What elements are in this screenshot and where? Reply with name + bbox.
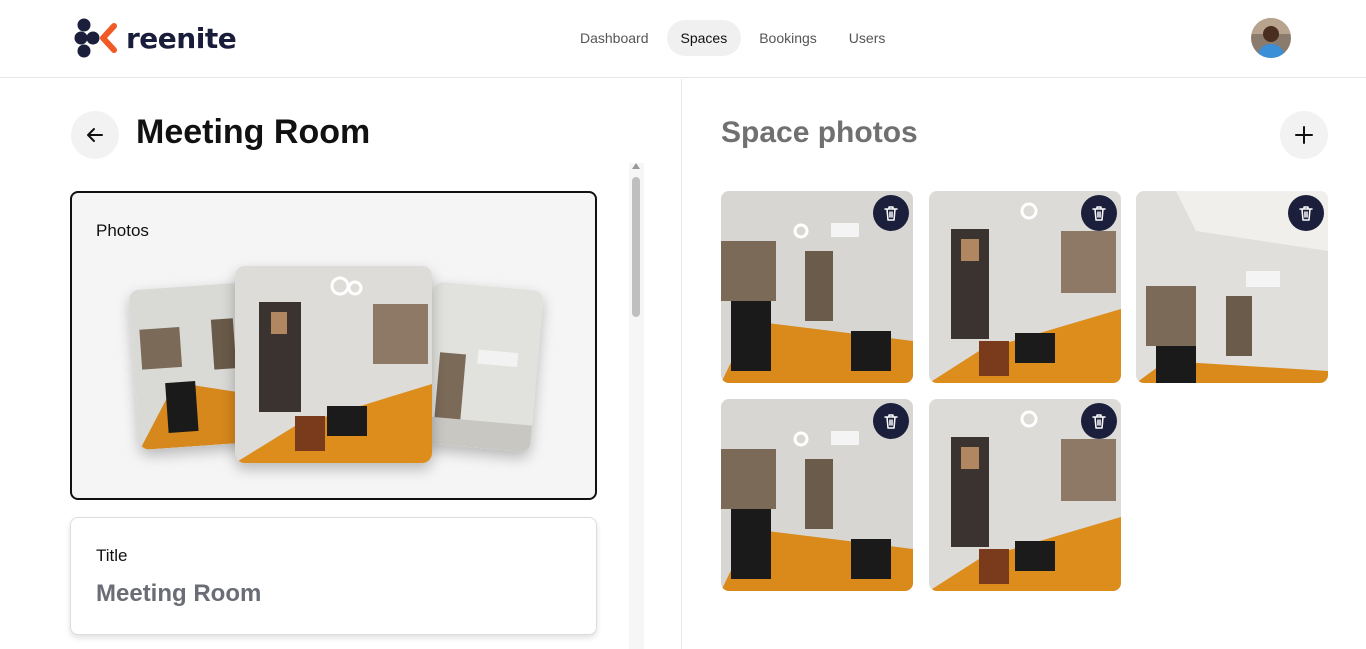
nav-spaces[interactable]: Spaces — [666, 20, 742, 56]
title-field-card[interactable]: Title Meeting Room — [70, 517, 597, 635]
stack-photo-front — [235, 266, 432, 463]
trash-icon — [884, 414, 898, 429]
brand-logo[interactable]: reenite — [74, 16, 237, 60]
space-photo-tile[interactable] — [721, 399, 913, 591]
title-field-value[interactable]: Meeting Room — [96, 580, 261, 608]
brand-name: reenite — [126, 21, 237, 55]
space-photos-heading: Space photos — [721, 116, 918, 149]
add-photo-button[interactable] — [1280, 111, 1328, 159]
photo-stack-preview — [72, 193, 595, 498]
main-nav: Dashboard Spaces Bookings Users — [566, 20, 899, 56]
space-photo-tile[interactable] — [721, 191, 913, 383]
page-title: Meeting Room — [136, 113, 371, 151]
scroll-up-arrow[interactable] — [632, 163, 640, 169]
trash-icon — [1092, 414, 1106, 429]
trash-icon — [1299, 206, 1313, 221]
delete-photo-button[interactable] — [1081, 403, 1117, 439]
back-arrow-icon — [87, 128, 103, 142]
trash-icon — [1092, 206, 1106, 221]
avatar-image — [1251, 18, 1291, 58]
title-field-label: Title — [96, 546, 128, 565]
delete-photo-button[interactable] — [1081, 195, 1117, 231]
plus-icon — [1295, 126, 1313, 144]
top-header: reenite Dashboard Spaces Bookings Users — [0, 0, 1366, 78]
space-photo-tile[interactable] — [1136, 191, 1328, 383]
space-editor-panel: Meeting Room Photos Title Meeting Room — [0, 79, 682, 649]
space-photo-tile[interactable] — [929, 399, 1121, 591]
delete-photo-button[interactable] — [873, 403, 909, 439]
nav-bookings[interactable]: Bookings — [745, 20, 831, 56]
nav-dashboard[interactable]: Dashboard — [566, 20, 663, 56]
logo-mark-icon — [74, 18, 117, 58]
delete-photo-button[interactable] — [873, 195, 909, 231]
avatar[interactable] — [1251, 18, 1291, 58]
scroll-thumb[interactable] — [632, 177, 640, 317]
stack-photo-right — [420, 281, 544, 453]
space-photo-tile[interactable] — [929, 191, 1121, 383]
back-button[interactable] — [71, 111, 119, 159]
nav-users[interactable]: Users — [835, 20, 900, 56]
delete-photo-button[interactable] — [1288, 195, 1324, 231]
trash-icon — [884, 206, 898, 221]
photos-card[interactable]: Photos — [70, 191, 597, 500]
scrollbar[interactable] — [629, 163, 644, 649]
